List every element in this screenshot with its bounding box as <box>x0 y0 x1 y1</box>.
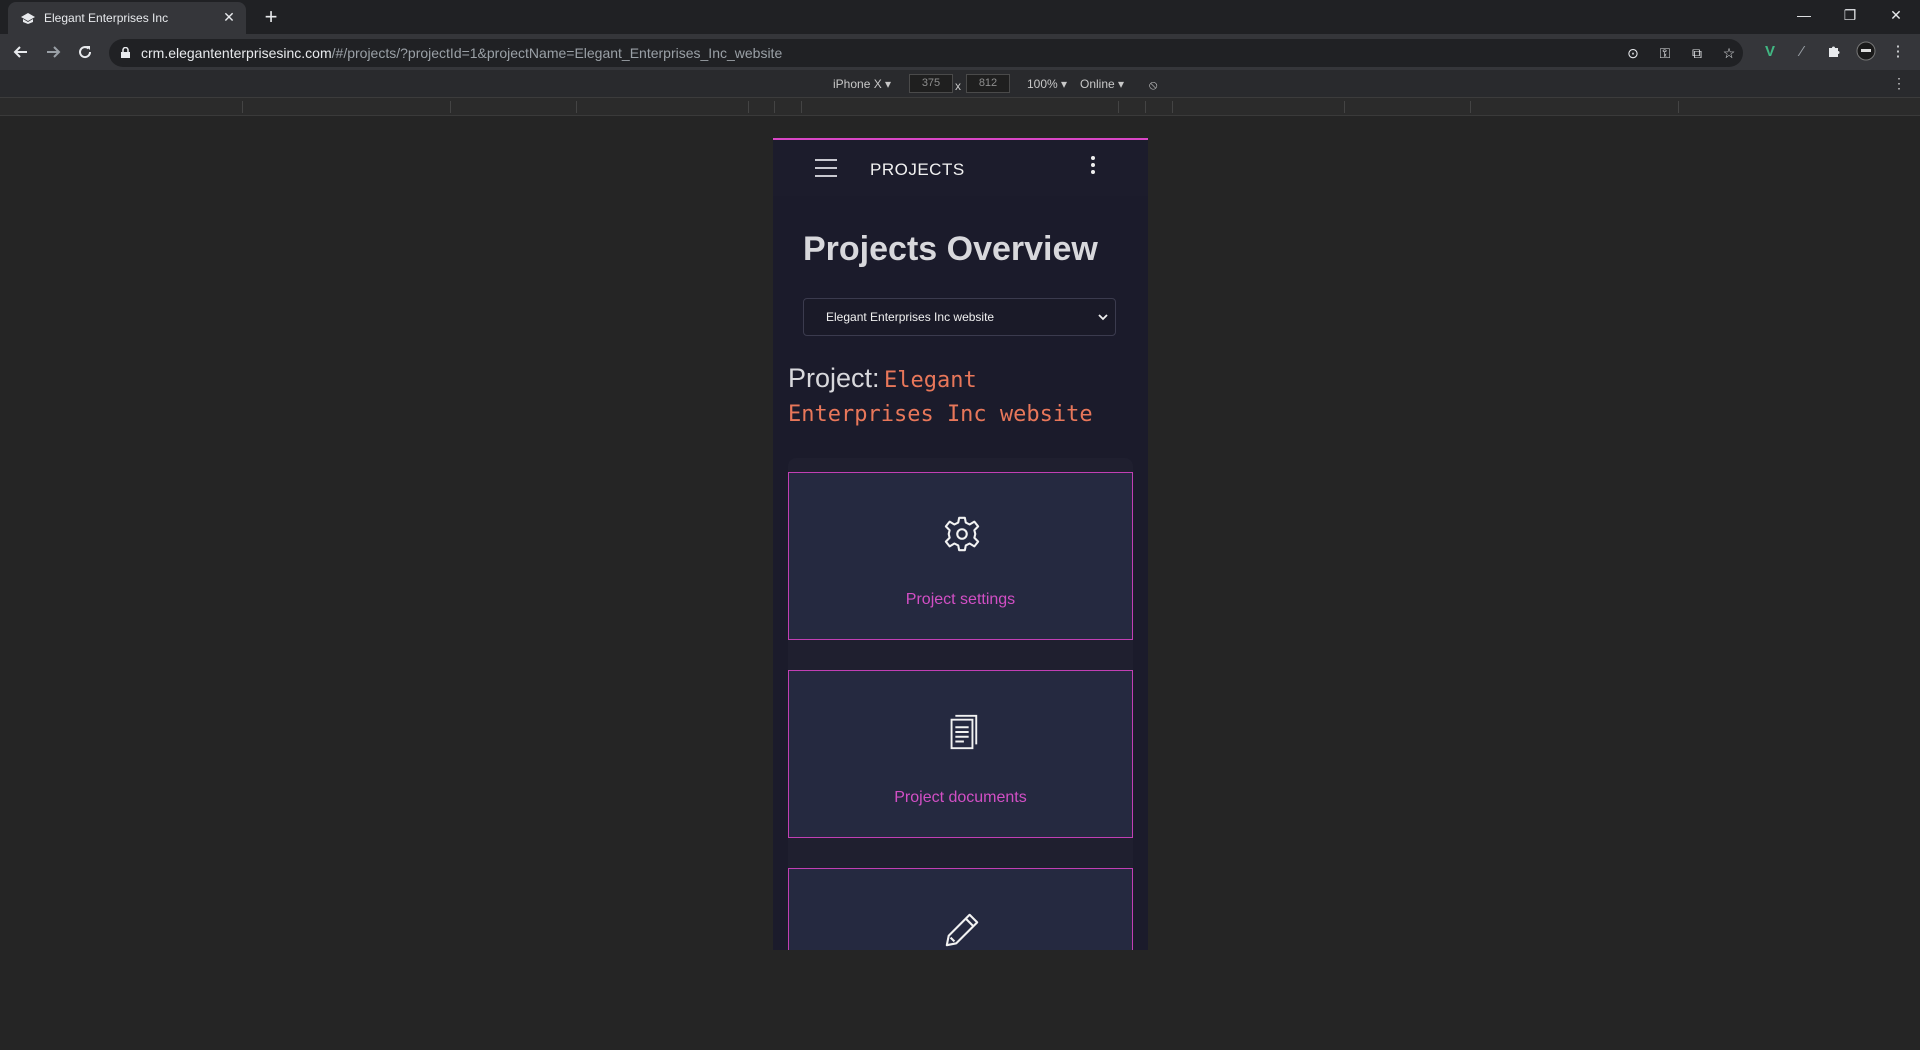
project-select-value: Elegant Enterprises Inc website <box>826 310 995 324</box>
url-host: crm.elegantenterprisesinc.com <box>141 45 332 61</box>
profile-avatar-icon[interactable] <box>1855 40 1877 62</box>
pencil-icon <box>945 913 979 947</box>
hamburger-menu-icon[interactable] <box>815 159 837 177</box>
back-arrow-icon[interactable] <box>9 40 33 64</box>
vue-devtools-extension-icon[interactable]: V <box>1759 40 1781 62</box>
project-edit-card[interactable] <box>788 868 1133 950</box>
pen-extension-icon[interactable]: ⁄ <box>1791 40 1813 62</box>
media-query-ruler <box>0 98 1920 116</box>
bookmark-star-icon[interactable]: ☆ <box>1720 44 1738 62</box>
restore-icon[interactable]: ❐ <box>1827 0 1873 30</box>
documents-icon <box>950 714 978 750</box>
reload-icon[interactable] <box>73 40 97 64</box>
tab-strip: Elegant Enterprises Inc ✕ + — ❐ ✕ <box>0 0 1920 34</box>
page-title: Projects Overview <box>803 230 1098 268</box>
key-icon[interactable]: ⚿ <box>1656 44 1674 62</box>
project-prefix: Project: <box>788 363 880 393</box>
minimize-icon[interactable]: — <box>1781 0 1827 30</box>
tab-title: Elegant Enterprises Inc <box>44 11 169 25</box>
chevron-down-icon <box>1098 314 1108 321</box>
devtools-more-icon[interactable]: ⋮ <box>1892 75 1906 92</box>
extensions-puzzle-icon[interactable] <box>1823 40 1845 62</box>
project-heading: Project: Elegant Enterprises Inc website <box>788 362 1128 433</box>
app-bar: PROJECTS <box>773 140 1148 196</box>
zoom-select[interactable]: 100% ▾ <box>1027 77 1067 91</box>
location-icon[interactable]: ⊙ <box>1624 44 1642 62</box>
device-height-input[interactable]: 812 <box>966 74 1010 93</box>
project-select[interactable]: Elegant Enterprises Inc website <box>803 298 1116 336</box>
browser-toolbar: crm.elegantenterprisesinc.com/#/projects… <box>0 34 1920 70</box>
forward-arrow-icon[interactable] <box>41 40 65 64</box>
new-tab-plus-icon[interactable]: + <box>259 4 283 29</box>
card-label: Project settings <box>905 591 1016 608</box>
close-window-icon[interactable]: ✕ <box>1873 0 1919 30</box>
address-bar[interactable]: crm.elegantenterprisesinc.com/#/projects… <box>109 39 1743 67</box>
lock-icon <box>121 47 130 58</box>
rotate-icon[interactable]: ⦸ <box>1149 77 1157 93</box>
project-documents-card[interactable]: Project documents <box>788 670 1133 838</box>
card-label: Project documents <box>894 789 1027 806</box>
device-toolbar: iPhone X ▾ 375 x 812 100% ▾ Online ▾ ⦸ ⋮ <box>0 70 1920 98</box>
gear-icon <box>944 516 980 552</box>
browser-tab[interactable]: Elegant Enterprises Inc ✕ <box>8 2 246 34</box>
more-options-icon[interactable] <box>1083 154 1103 180</box>
browser-menu-icon[interactable]: ⋮ <box>1887 40 1909 62</box>
device-select[interactable]: iPhone X ▾ <box>833 77 891 91</box>
site-favicon-icon <box>21 13 35 24</box>
url-path: /#/projects/?projectId=1&projectName=Ele… <box>331 45 783 61</box>
project-cards-panel: Project settings Project documents <box>788 458 1133 950</box>
app-bar-title: PROJECTS <box>870 160 965 179</box>
open-external-icon[interactable]: ⧉ <box>1688 44 1706 62</box>
device-viewport: PROJECTS Projects Overview Elegant Enter… <box>773 138 1148 950</box>
tab-close-icon[interactable]: ✕ <box>220 8 238 26</box>
network-throttle-select[interactable]: Online ▾ <box>1080 77 1124 91</box>
dimension-separator: x <box>955 79 961 93</box>
url-text: crm.elegantenterprisesinc.com/#/projects… <box>141 45 782 61</box>
device-width-input[interactable]: 375 <box>909 74 953 93</box>
project-settings-card[interactable]: Project settings <box>788 472 1133 640</box>
